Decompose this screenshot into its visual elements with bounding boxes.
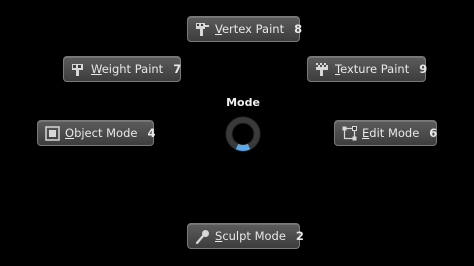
weight-paint-icon [70,61,86,77]
edit-mode-label: Edit Mode [362,126,420,140]
vertex-paint-button[interactable]: Vertex Paint 8 [187,16,303,42]
weight-paint-button[interactable]: Weight Paint 7 [63,56,181,82]
object-mode-button[interactable]: Object Mode 4 [37,120,156,146]
texture-paint-button[interactable]: Texture Paint 9 [307,56,428,82]
pie-direction-indicator [225,116,261,152]
vertex-paint-shortcut: 8 [294,22,303,36]
edit-mode-button[interactable]: Edit Mode 6 [334,120,437,146]
edit-mode-shortcut: 6 [429,126,438,140]
sculpt-mode-label: Sculpt Mode [215,229,286,243]
edit-mode-icon [341,125,357,141]
vertex-paint-icon [194,21,210,37]
weight-paint-label: Weight Paint [91,62,164,76]
texture-paint-label: Texture Paint [335,62,410,76]
texture-paint-shortcut: 9 [419,62,428,76]
weight-paint-shortcut: 7 [173,62,182,76]
object-mode-icon [44,125,60,141]
pie-menu-title: Mode [226,96,260,109]
sculpt-mode-shortcut: 2 [295,229,304,243]
vertex-paint-label: Vertex Paint [215,22,285,36]
sculpt-mode-icon [194,228,210,244]
object-mode-label: Object Mode [65,126,138,140]
object-mode-shortcut: 4 [147,126,156,140]
texture-paint-icon [314,61,330,77]
sculpt-mode-button[interactable]: Sculpt Mode 2 [187,223,304,249]
